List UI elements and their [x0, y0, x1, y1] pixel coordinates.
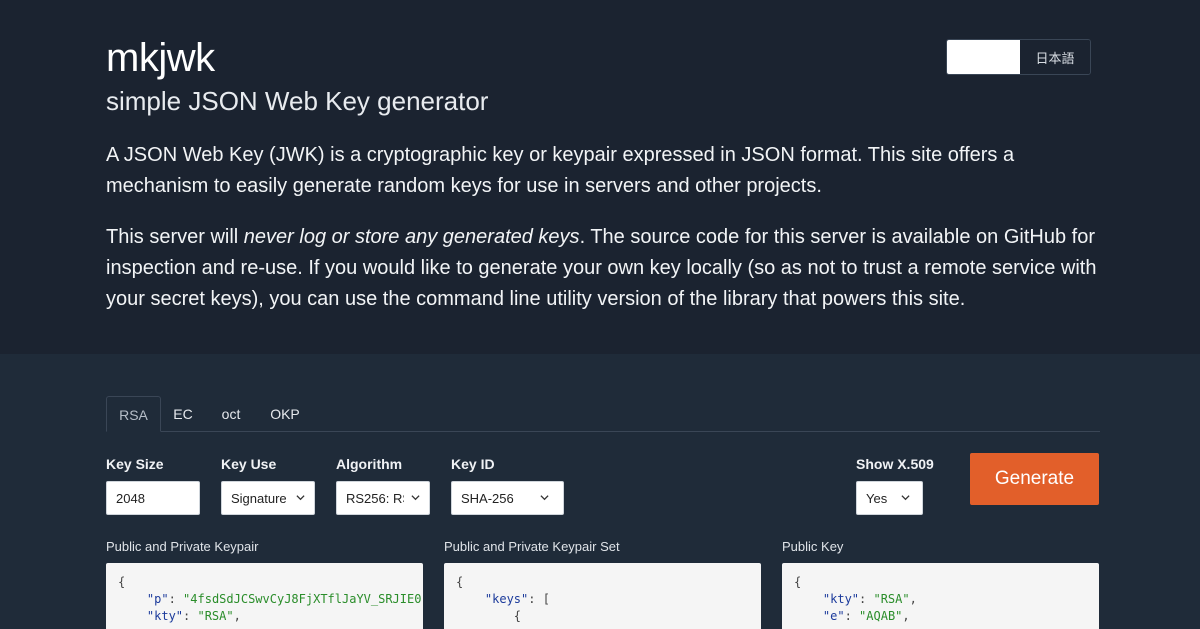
keypair-output[interactable]: { "p": "4fsdSdJCSwvCyJ8FjXTflJaYV_SRJIE0…: [106, 563, 423, 629]
json-key: "keys": [484, 592, 529, 606]
chevron-down-icon: [296, 495, 305, 501]
show-x509-select[interactable]: Yes: [856, 481, 923, 515]
key-type-tabs: RSA EC oct OKP: [106, 396, 1100, 432]
key-use-value: Signature: [231, 491, 287, 506]
language-option-english[interactable]: [947, 40, 1020, 74]
json-bracket: [: [542, 592, 550, 606]
key-id-select[interactable]: SHA-256: [451, 481, 564, 515]
json-brace: {: [118, 575, 126, 589]
json-string: "4fsdSdJCSwvCyJ8FjXTflJaYV_SRJIE0: [183, 592, 422, 606]
json-string: "AQAB": [859, 609, 903, 623]
keypair-label: Public and Private Keypair: [106, 539, 259, 554]
generate-button[interactable]: Generate: [970, 453, 1099, 505]
public-key-label: Public Key: [782, 539, 844, 554]
json-brace: {: [513, 609, 522, 623]
keypair-set-label: Public and Private Keypair Set: [444, 539, 620, 554]
json-string: "RSA": [873, 592, 910, 606]
privacy-emphasis: never log or store any generated keys: [243, 226, 580, 248]
chevron-down-icon: [411, 495, 420, 501]
json-key: "kty": [822, 592, 860, 606]
key-id-label: Key ID: [451, 456, 495, 472]
algorithm-label: Algorithm: [336, 456, 403, 472]
tab-oct[interactable]: oct: [214, 396, 248, 432]
key-id-value: SHA-256: [461, 491, 514, 506]
key-use-label: Key Use: [221, 456, 277, 472]
tab-ec[interactable]: EC: [166, 396, 200, 432]
public-key-output[interactable]: { "kty": "RSA", "e": "AQAB",: [782, 563, 1099, 629]
json-string: "RSA": [197, 609, 234, 623]
tab-okp[interactable]: OKP: [264, 396, 306, 432]
show-x509-value: Yes: [866, 491, 888, 506]
intro-paragraph: A JSON Web Key (JWK) is a cryptographic …: [106, 144, 1015, 197]
privacy-paragraph: This server will never log or store any …: [106, 222, 1116, 315]
json-brace: {: [456, 575, 464, 589]
key-use-select[interactable]: Signature: [221, 481, 315, 515]
algorithm-value: RS256: RSASSA-PKCS1-v1_5 using SHA-256: [346, 491, 404, 506]
json-key: "p": [146, 592, 169, 606]
site-title: mkjwk: [106, 36, 215, 80]
site-subtitle: simple JSON Web Key generator: [106, 86, 489, 116]
privacy-text-start: This server will: [106, 226, 244, 248]
algorithm-select[interactable]: RS256: RSASSA-PKCS1-v1_5 using SHA-256: [336, 481, 430, 515]
language-switcher: 日本語: [946, 39, 1091, 75]
tab-rsa[interactable]: RSA: [106, 396, 161, 432]
chevron-down-icon: [901, 495, 910, 501]
json-key: "kty": [146, 609, 184, 623]
language-option-japanese[interactable]: 日本語: [1020, 40, 1090, 74]
keypair-set-output[interactable]: { "keys": [ {: [444, 563, 761, 629]
show-x509-label: Show X.509: [856, 456, 934, 472]
chevron-down-icon: [540, 495, 549, 501]
json-key: "e": [822, 609, 845, 623]
json-brace: {: [794, 575, 802, 589]
key-size-label: Key Size: [106, 456, 164, 472]
key-size-input[interactable]: 2048: [106, 481, 200, 515]
